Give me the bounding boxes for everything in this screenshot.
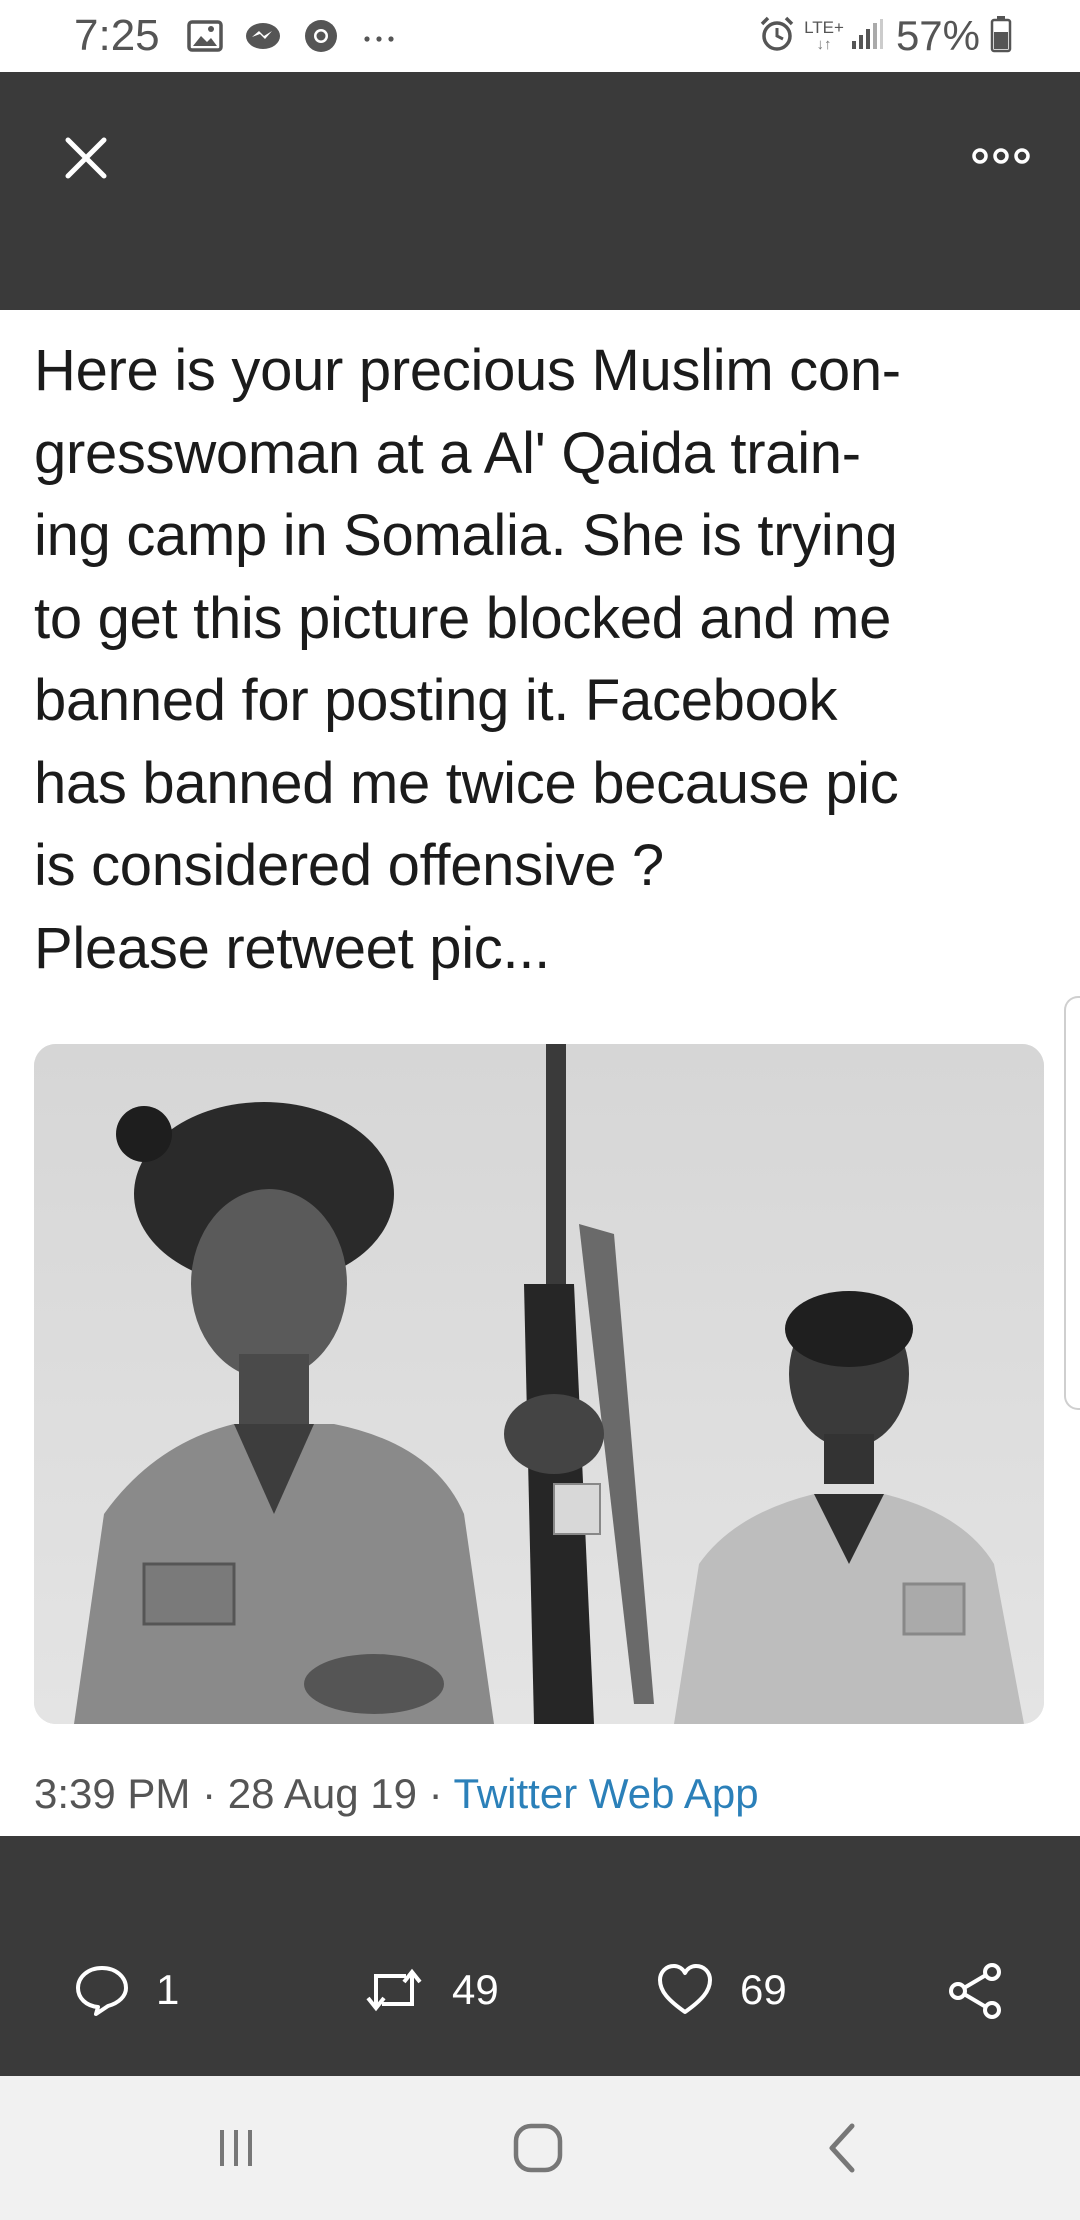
status-time: 7:25 — [74, 11, 160, 60]
reply-icon — [76, 1966, 128, 2016]
home-icon — [513, 2123, 563, 2173]
share-icon — [949, 1963, 1001, 2019]
chrome-icon — [302, 17, 340, 55]
top-bar — [0, 72, 1080, 310]
status-right: LTE+ ↓↑ 57% — [758, 12, 1012, 60]
alarm-icon — [758, 15, 796, 58]
system-nav-bar — [0, 2076, 1080, 2220]
home-button[interactable] — [506, 2116, 570, 2180]
like-count: 69 — [740, 1966, 787, 2013]
photo-illustration — [34, 1044, 1044, 1724]
tweet-card: Here is your precious Muslim con- gressw… — [0, 310, 1080, 1836]
recent-apps-button[interactable] — [204, 2116, 268, 2180]
like-button[interactable]: 69 — [656, 1962, 787, 2018]
meta-separator: · — [428, 1770, 454, 1817]
status-bar: 7:25 LTE+ ↓↑ 57% — [0, 0, 1080, 72]
action-bar: 1 49 69 — [0, 1836, 1080, 2076]
reply-button[interactable]: 1 — [74, 1962, 179, 2018]
share-button[interactable] — [946, 1962, 1032, 2020]
data-arrows-icon: ↓↑ — [816, 36, 832, 53]
heart-icon — [658, 1964, 712, 2014]
tweet-source-link[interactable]: Twitter Web App — [454, 1770, 759, 1817]
meta-separator: · — [202, 1770, 228, 1817]
battery-icon — [990, 15, 1012, 58]
reply-count: 1 — [156, 1966, 180, 2013]
back-button[interactable] — [810, 2116, 874, 2180]
tweet-text: Here is your precious Muslim con- gressw… — [34, 338, 901, 981]
tweet-photo[interactable] — [34, 1044, 1044, 1724]
recent-apps-icon — [220, 2130, 252, 2166]
network-label: LTE+ — [804, 18, 844, 37]
messenger-icon — [244, 17, 282, 55]
tweet-date: 28 Aug 19 — [227, 1770, 417, 1817]
retweet-button[interactable]: 49 — [362, 1962, 499, 2018]
signal-icon — [850, 17, 884, 56]
battery-percentage: 57% — [895, 12, 980, 59]
tweet-time: 3:39 PM — [34, 1770, 191, 1817]
more-options-icon — [972, 148, 1030, 164]
gallery-icon — [186, 17, 224, 55]
close-button[interactable] — [56, 128, 116, 188]
network-type: LTE+ ↓↑ — [804, 19, 844, 53]
more-dots-icon — [360, 17, 398, 55]
tweet-meta: 3:39 PM · 28 Aug 19 · Twitter Web App — [34, 1770, 759, 1818]
more-options-button[interactable] — [966, 134, 1036, 178]
retweet-count: 49 — [452, 1966, 499, 2013]
back-icon — [829, 2123, 855, 2173]
status-left: 7:25 — [74, 11, 418, 61]
close-icon — [65, 137, 107, 179]
retweet-icon — [366, 1968, 422, 2012]
edge-panel-handle[interactable] — [1064, 996, 1080, 1410]
